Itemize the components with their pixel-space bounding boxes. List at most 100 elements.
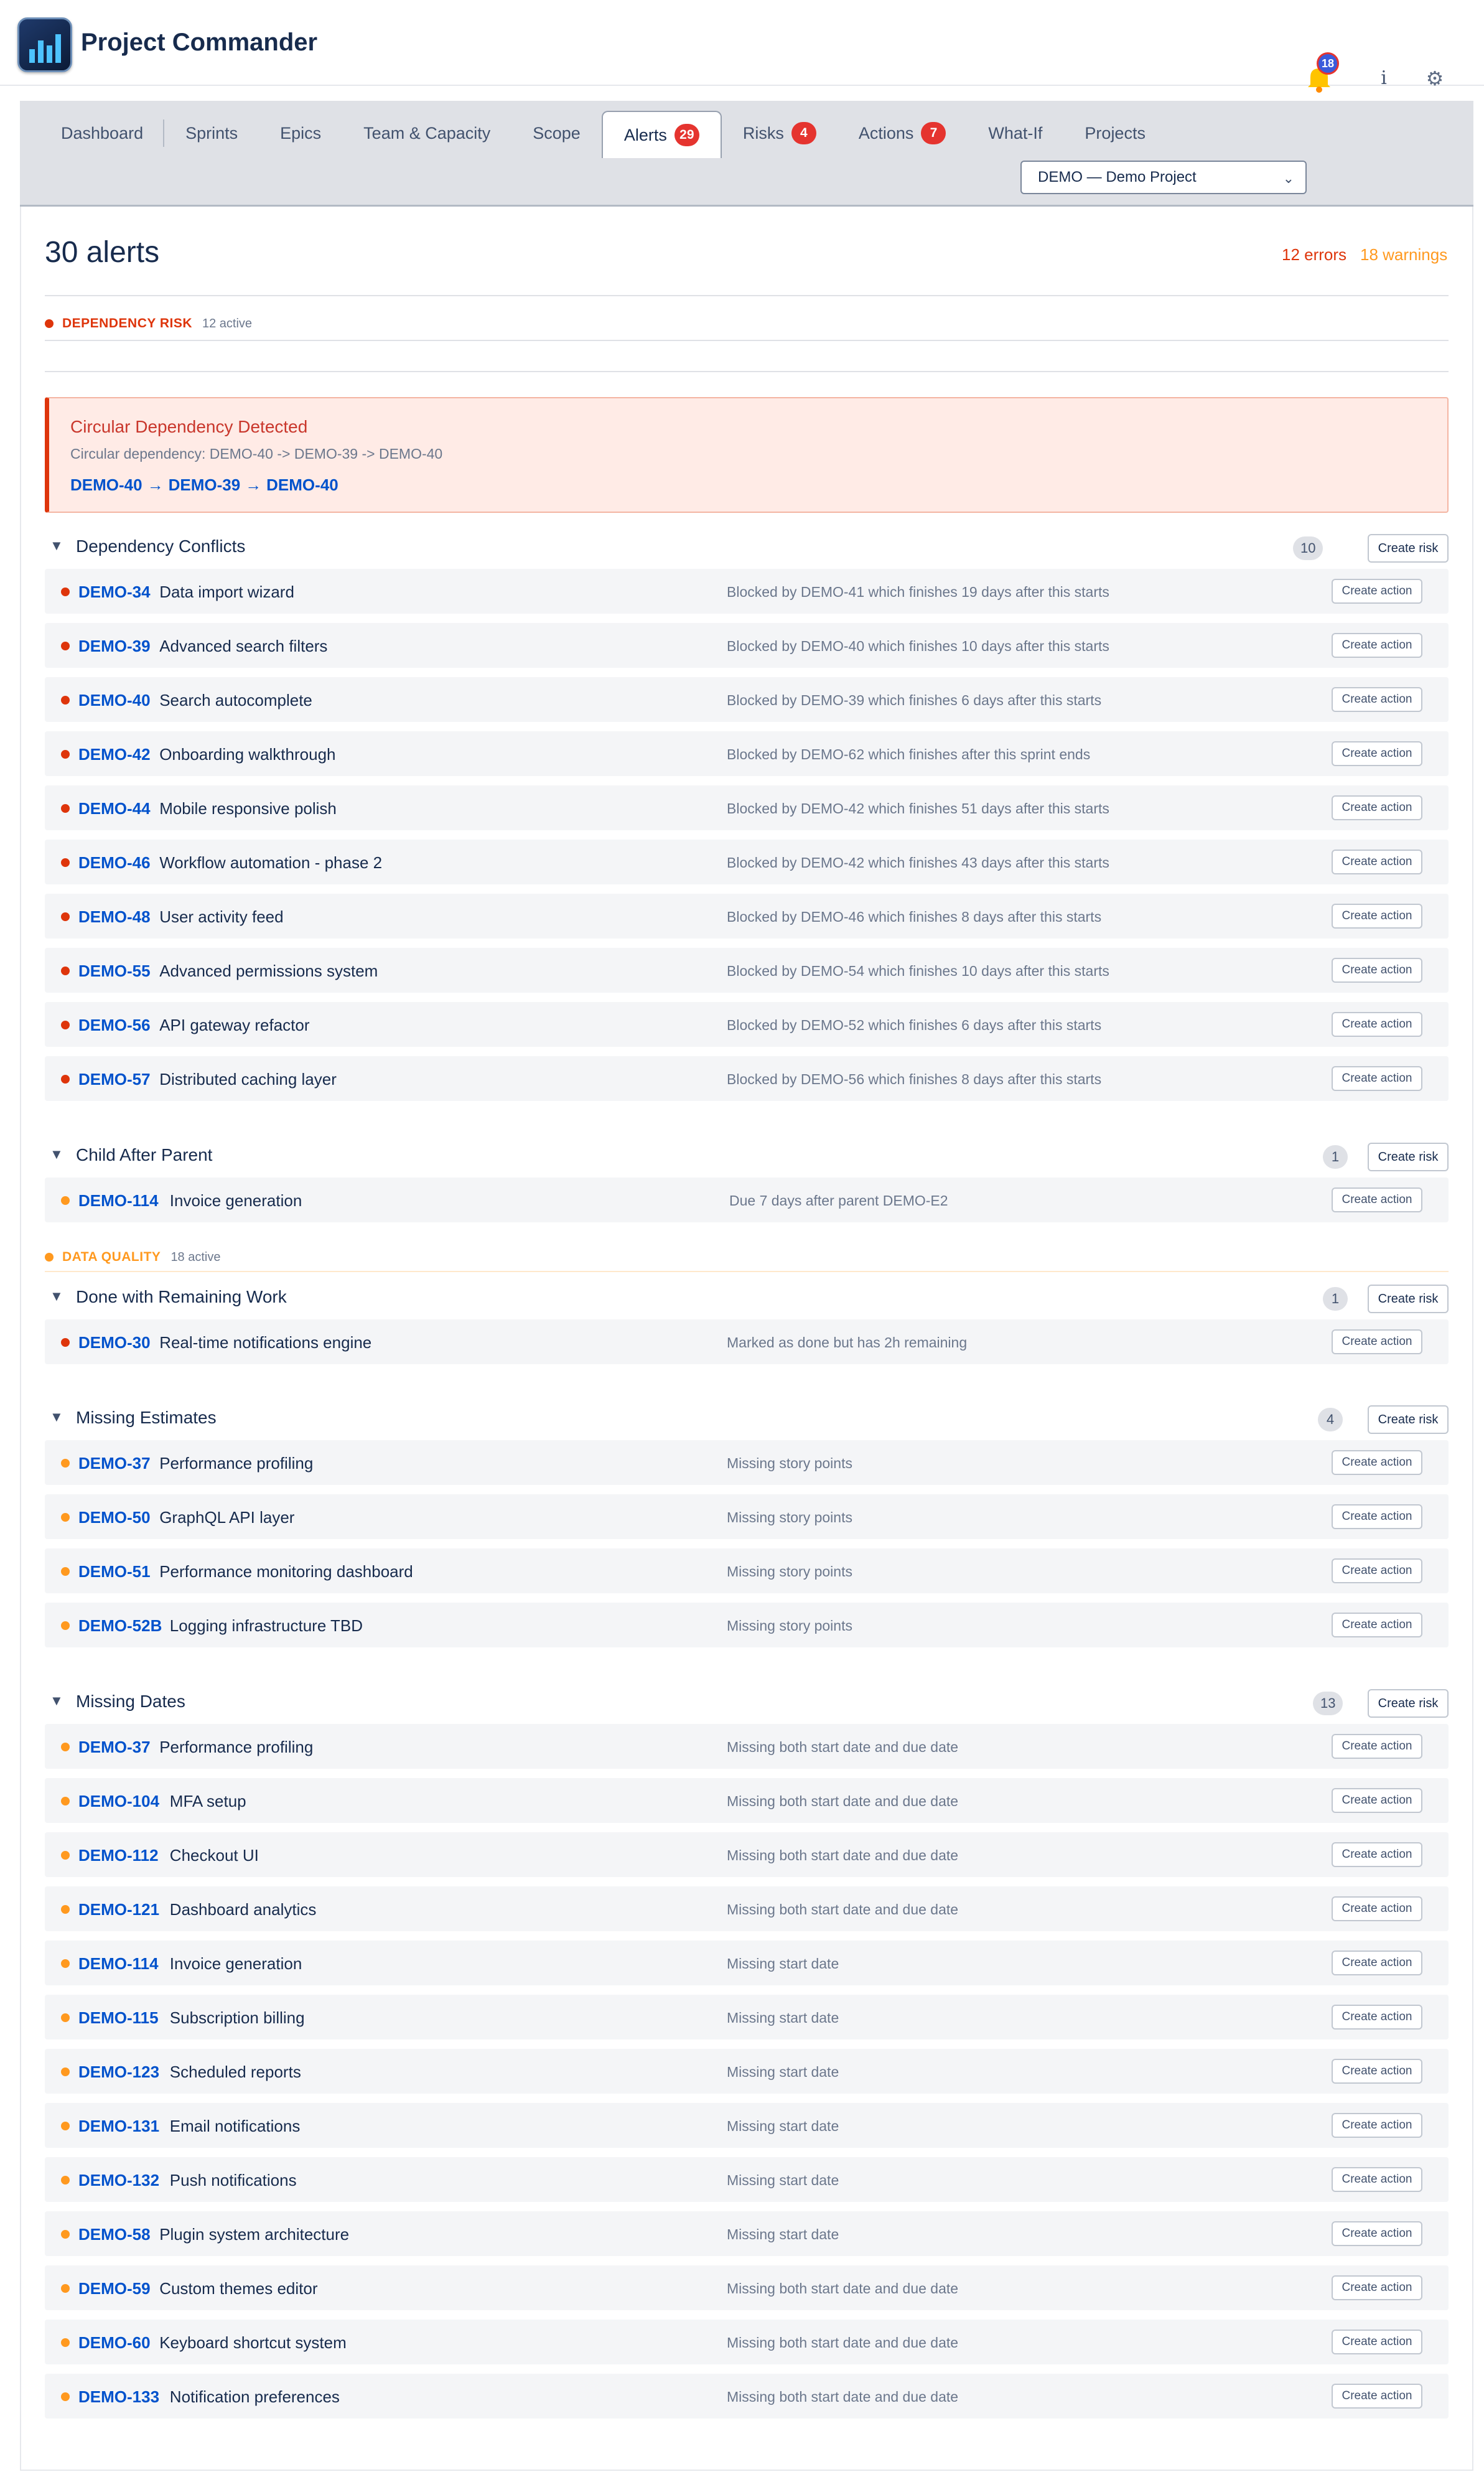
create-action-button[interactable]: Create action [1332, 2059, 1422, 2084]
create-risk-button[interactable]: Create risk [1368, 1143, 1449, 1171]
alert-row: DEMO-55 Advanced permissions system Blocke… [45, 948, 1449, 993]
create-action-button[interactable]: Create action [1332, 1504, 1422, 1529]
tab-sprints[interactable]: Sprints [164, 111, 259, 156]
group-header-child[interactable]: ▼ Child After Parent 1 Create risk [45, 1141, 1449, 1171]
create-action-button[interactable]: Create action [1332, 958, 1422, 983]
issue-key-link[interactable]: DEMO-42 [78, 745, 151, 764]
alert-row: DEMO-46 Workflow automation - phase 2 Bloc… [45, 840, 1449, 884]
create-action-button[interactable]: Create action [1332, 1734, 1422, 1759]
issue-key-link[interactable]: DEMO-39 [78, 637, 151, 656]
caret-down-icon[interactable]: ▼ [50, 1146, 63, 1163]
issue-key-link[interactable]: DEMO-104 [78, 1792, 159, 1811]
alert-reason: Missing both start date and due date [727, 1793, 959, 1809]
create-action-button[interactable]: Create action [1332, 1613, 1422, 1637]
group-header-dates[interactable]: ▼ Missing Dates 13 Create risk [45, 1688, 1449, 1718]
issue-key-link[interactable]: DEMO-46 [78, 853, 151, 873]
issue-link[interactable]: DEMO-39 [169, 475, 241, 494]
create-action-button[interactable]: Create action [1332, 1950, 1422, 1975]
issue-key-link[interactable]: DEMO-37 [78, 1454, 151, 1473]
issue-key-link[interactable]: DEMO-56 [78, 1016, 151, 1035]
project-select[interactable]: DEMO — Demo Project ⌄ [1020, 161, 1307, 194]
create-action-button[interactable]: Create action [1332, 1066, 1422, 1091]
issue-key-link[interactable]: DEMO-48 [78, 907, 151, 927]
issue-key-link[interactable]: DEMO-44 [78, 799, 151, 818]
create-action-button[interactable]: Create action [1332, 1187, 1422, 1212]
create-action-button[interactable]: Create action [1332, 795, 1422, 820]
issue-key-link[interactable]: DEMO-114 [78, 1191, 159, 1211]
issue-key-link[interactable]: DEMO-59 [78, 2279, 151, 2298]
warning-dot-icon [61, 2013, 70, 2022]
issue-key-link[interactable]: DEMO-37 [78, 1738, 151, 1757]
issue-key-link[interactable]: DEMO-55 [78, 962, 151, 981]
create-action-button[interactable]: Create action [1332, 633, 1422, 658]
tab-epics[interactable]: Epics [259, 111, 342, 156]
tab-team-capacity[interactable]: Team & Capacity [342, 111, 511, 156]
alert-row: DEMO-59 Custom themes editor Missing both … [45, 2265, 1449, 2310]
create-action-button[interactable]: Create action [1332, 1012, 1422, 1037]
create-action-button[interactable]: Create action [1332, 2221, 1422, 2246]
create-action-button[interactable]: Create action [1332, 741, 1422, 766]
error-dot-icon [61, 696, 70, 705]
create-action-button[interactable]: Create action [1332, 1896, 1422, 1921]
create-action-button[interactable]: Create action [1332, 2275, 1422, 2300]
create-action-button[interactable]: Create action [1332, 2167, 1422, 2192]
issue-key-link[interactable]: DEMO-51 [78, 1562, 151, 1581]
create-action-button[interactable]: Create action [1332, 579, 1422, 604]
create-action-button[interactable]: Create action [1332, 1558, 1422, 1583]
issue-key-link[interactable]: DEMO-132 [78, 2171, 159, 2190]
circular-chain: DEMO-40 → DEMO-39 → DEMO-40 [70, 475, 338, 495]
caret-down-icon[interactable]: ▼ [50, 1409, 63, 1425]
issue-key-link[interactable]: DEMO-30 [78, 1333, 151, 1352]
tab-projects[interactable]: Projects [1063, 111, 1167, 156]
tab-risks[interactable]: Risks 4 [722, 111, 838, 156]
issue-key-link[interactable]: DEMO-34 [78, 583, 151, 602]
issue-link[interactable]: DEMO-40 [70, 475, 142, 494]
issue-key-link[interactable]: DEMO-133 [78, 2387, 159, 2407]
create-action-button[interactable]: Create action [1332, 1788, 1422, 1813]
create-action-button[interactable]: Create action [1332, 2384, 1422, 2409]
group-header-estimates[interactable]: ▼ Missing Estimates 4 Create risk [45, 1404, 1449, 1434]
issue-key-link[interactable]: DEMO-52B [78, 1616, 162, 1636]
issue-key-link[interactable]: DEMO-58 [78, 2225, 151, 2244]
tab-alerts[interactable]: Alerts 29 [601, 111, 722, 158]
issue-key-link[interactable]: DEMO-121 [78, 1900, 159, 1919]
create-action-button[interactable]: Create action [1332, 687, 1422, 712]
create-action-button[interactable]: Create action [1332, 850, 1422, 874]
info-icon[interactable]: i [1371, 66, 1396, 91]
caret-down-icon[interactable]: ▼ [50, 1288, 63, 1304]
issue-key-link[interactable]: DEMO-60 [78, 2333, 151, 2353]
issue-summary: Search autocomplete [159, 691, 312, 709]
issue-key-link[interactable]: DEMO-115 [78, 2008, 159, 2028]
create-action-button[interactable]: Create action [1332, 2113, 1422, 2138]
create-action-button[interactable]: Create action [1332, 904, 1422, 929]
create-risk-button[interactable]: Create risk [1368, 1689, 1449, 1718]
issue-key-link[interactable]: DEMO-40 [78, 691, 151, 710]
issue-summary: Performance profiling [159, 1738, 314, 1756]
tab-what-if[interactable]: What-If [967, 111, 1063, 156]
create-action-button[interactable]: Create action [1332, 2330, 1422, 2354]
issue-link[interactable]: DEMO-40 [266, 475, 338, 494]
group-header-conflicts[interactable]: ▼ Dependency Conflicts 10 Create risk [45, 533, 1449, 563]
tab-actions[interactable]: Actions 7 [838, 111, 968, 156]
issue-key-link[interactable]: DEMO-57 [78, 1070, 151, 1089]
create-action-button[interactable]: Create action [1332, 2005, 1422, 2030]
create-action-button[interactable]: Create action [1332, 1329, 1422, 1354]
caret-down-icon[interactable]: ▼ [50, 1693, 63, 1709]
tab-scope[interactable]: Scope [511, 111, 602, 156]
tab-dashboard[interactable]: Dashboard [40, 111, 165, 156]
group-header-done[interactable]: ▼ Done with Remaining Work 1 Create risk [45, 1283, 1449, 1313]
caret-down-icon[interactable]: ▼ [50, 538, 63, 554]
issue-key-link[interactable]: DEMO-123 [78, 2063, 159, 2082]
issue-key-link[interactable]: DEMO-50 [78, 1508, 151, 1527]
create-risk-button[interactable]: Create risk [1368, 1285, 1449, 1313]
issue-key-link[interactable]: DEMO-131 [78, 2117, 159, 2136]
create-risk-button[interactable]: Create risk [1368, 534, 1449, 563]
issue-summary: Advanced permissions system [159, 962, 378, 980]
create-action-button[interactable]: Create action [1332, 1842, 1422, 1867]
issue-key-link[interactable]: DEMO-114 [78, 1954, 159, 1974]
create-action-button[interactable]: Create action [1332, 1450, 1422, 1475]
create-risk-button[interactable]: Create risk [1368, 1405, 1449, 1434]
issue-key-link[interactable]: DEMO-112 [78, 1846, 159, 1865]
gear-icon[interactable]: ⚙ [1422, 66, 1447, 91]
alert-reason: Missing story points [727, 1618, 852, 1634]
